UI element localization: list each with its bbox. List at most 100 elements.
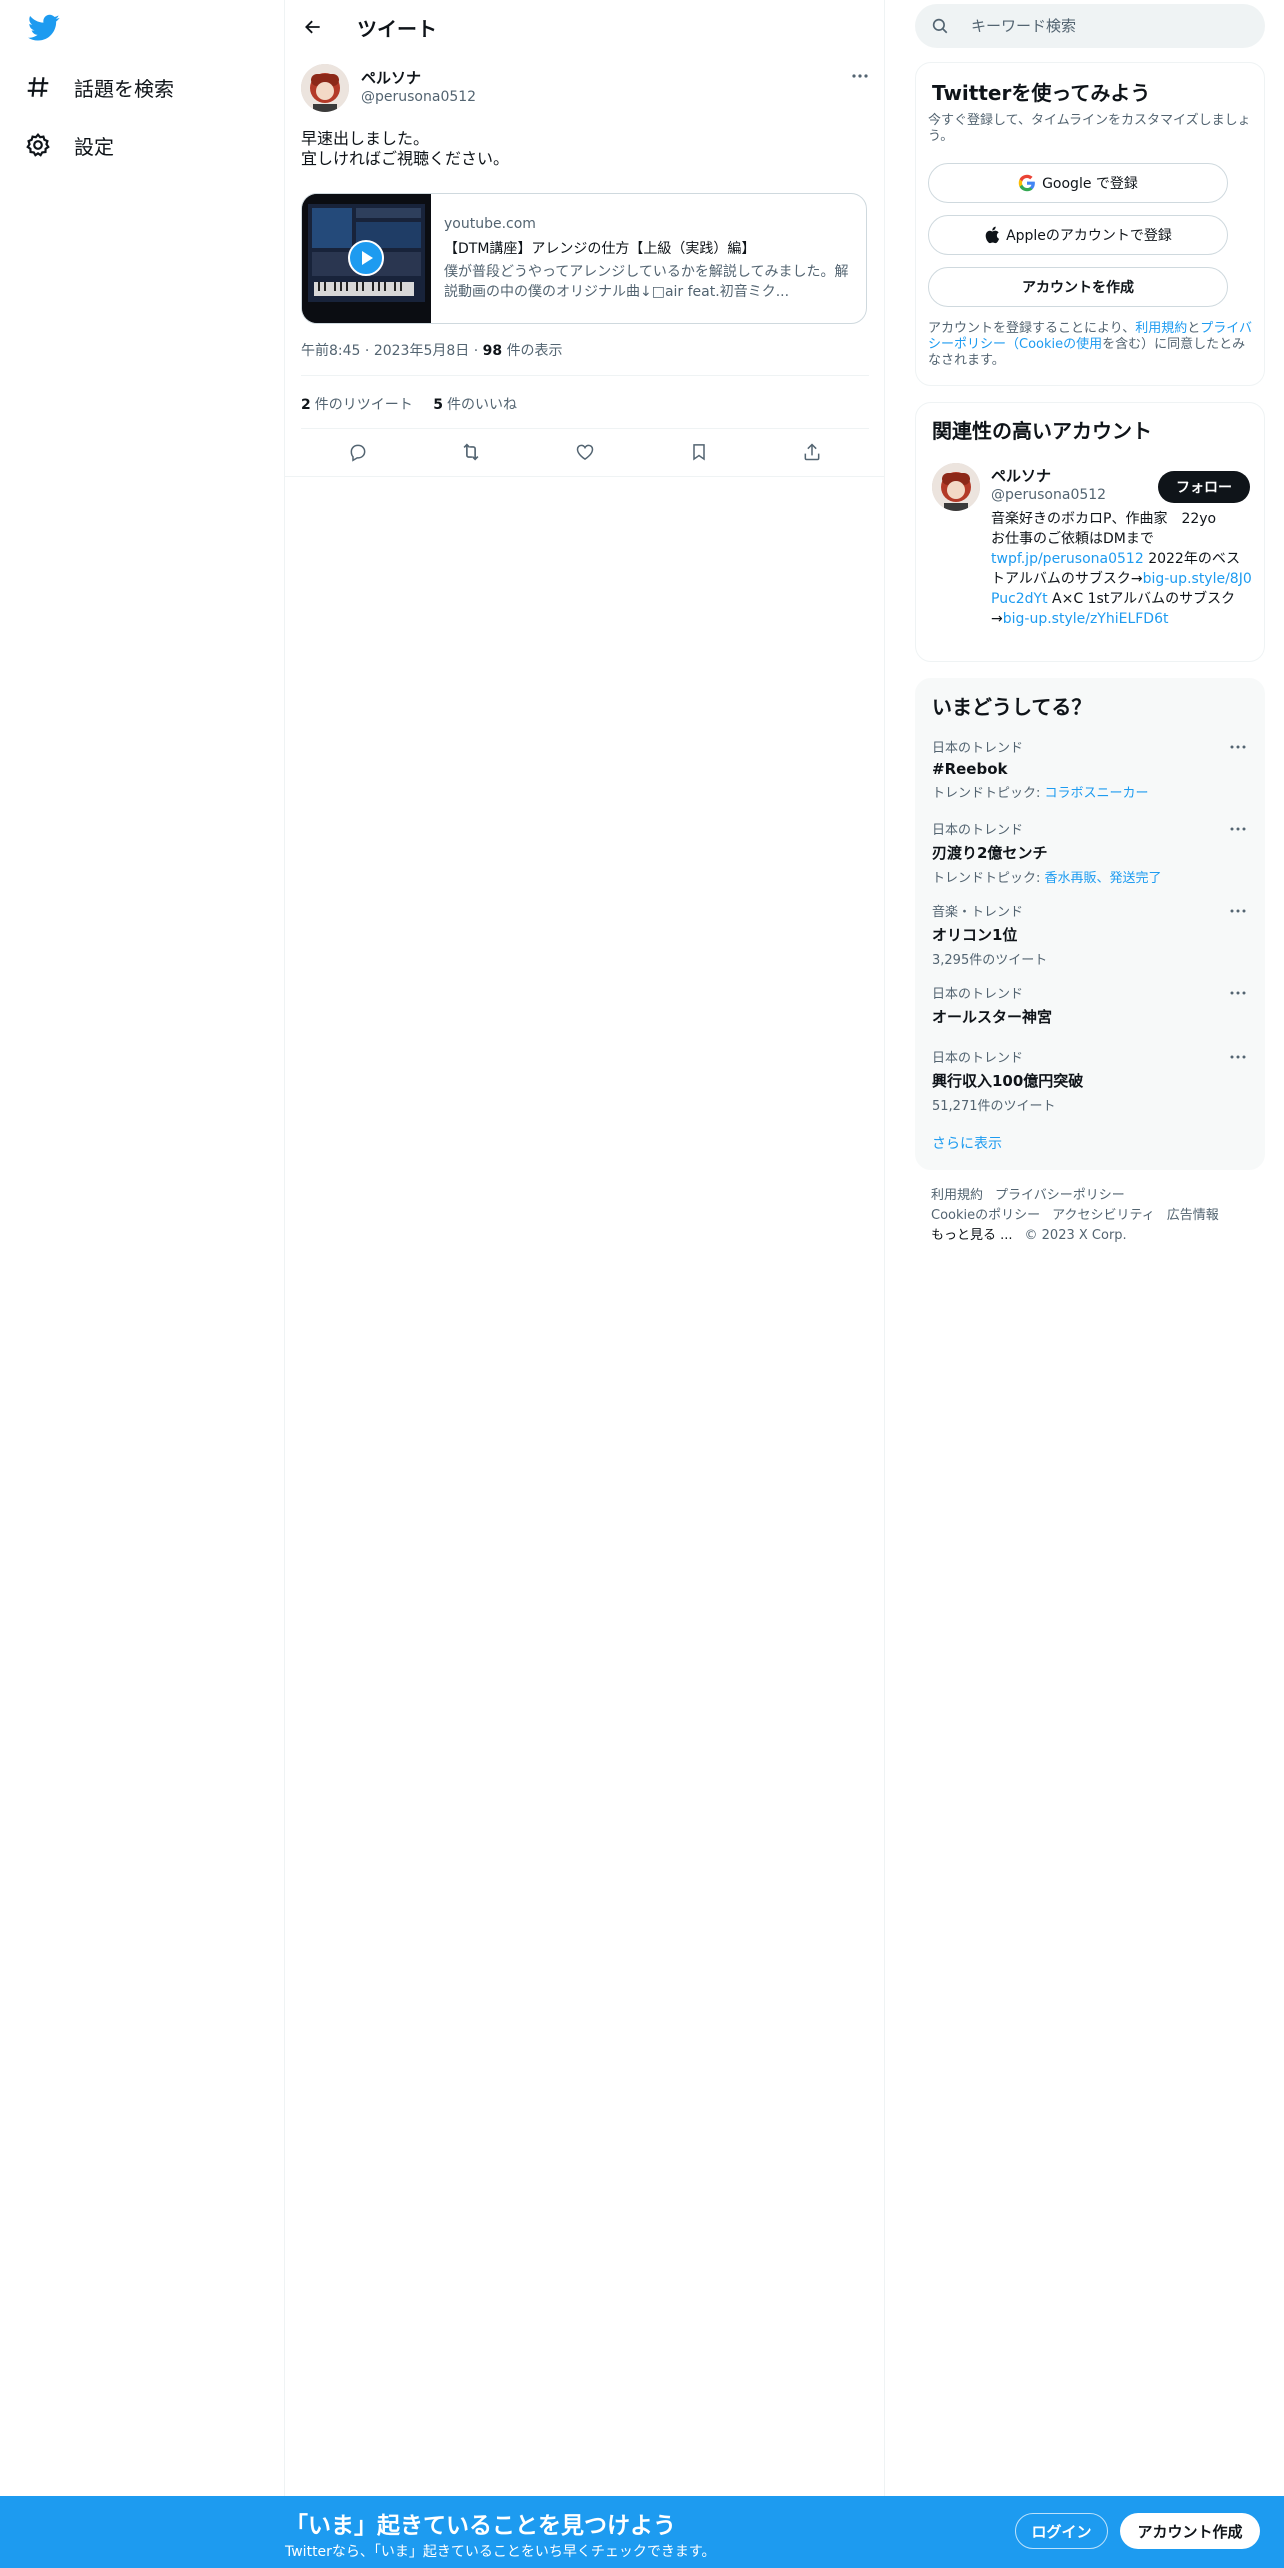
google-signup-button[interactable]: Google で登録	[928, 163, 1228, 203]
footer-link[interactable]: アクセシビリティ	[1052, 1208, 1155, 1223]
signup-panel: Twitterを使ってみよう 今すぐ登録して、タイムラインをカスタマイズしましょ…	[915, 62, 1265, 386]
apple-button-label: Appleのアカウントで登録	[1006, 228, 1172, 244]
divider	[301, 375, 869, 376]
terms-notice: アカウントを登録することにより、利用規約とプライバシーポリシー（Cookieの使…	[928, 321, 1254, 369]
related-name[interactable]: ペルソナ	[991, 465, 1051, 486]
trend-name: 刃渡り2億センチ	[932, 844, 1048, 862]
trend-context: 日本のトレンド	[932, 823, 1024, 838]
bottom-bar-title: 「いま」起きていることを見つけよう	[285, 2513, 676, 2539]
video-thumbnail	[302, 194, 431, 323]
cookie-link[interactable]: （Cookieの使用	[1006, 337, 1102, 352]
nav-item-explore[interactable]: 話題を検索	[22, 62, 174, 112]
trend-context: 日本のトレンド	[932, 987, 1024, 1002]
related-avatar[interactable]	[932, 463, 980, 511]
divider	[301, 428, 869, 429]
trend-name: #Reebok	[932, 760, 1008, 778]
retweets-stat[interactable]: 2 件のリツイート	[301, 397, 413, 413]
trend-topic-link[interactable]: コラボスニーカー	[1045, 786, 1149, 801]
trend-sub: トレンドトピック: 香水再販、発送完了	[932, 867, 1250, 886]
google-button-label: Google で登録	[1042, 176, 1138, 192]
trend-sub: 51,271件のツイート	[932, 1099, 1056, 1114]
trend-context: 日本のトレンド	[932, 1051, 1024, 1066]
tweet-text-line: 早速出しました。	[301, 129, 430, 148]
link-card[interactable]: youtube.com 【DTM講座】アレンジの仕方【上級（実践）編】 僕が普段…	[301, 193, 867, 324]
more-options-icon[interactable]	[1226, 737, 1250, 757]
divider	[285, 476, 885, 477]
create-account-button[interactable]: アカウントを作成	[928, 267, 1228, 307]
footer-link[interactable]: Cookieのポリシー	[931, 1208, 1040, 1223]
trend-item[interactable]: 日本のトレンド 興行収入100億円突破 51,271件のツイート	[932, 1047, 1250, 1114]
trend-name: 興行収入100億円突破	[932, 1072, 1084, 1090]
nav-item-label: 設定	[74, 134, 114, 159]
nav-item-settings[interactable]: 設定	[22, 120, 114, 170]
bookmark-icon[interactable]	[681, 434, 717, 470]
follow-button[interactable]: フォロー	[1158, 471, 1250, 503]
apple-signup-button[interactable]: Appleのアカウントで登録	[928, 215, 1228, 255]
search-box[interactable]	[915, 4, 1265, 48]
main-column: ツイート ペルソナ @perusona0512 早速出しました。 宜しければご視…	[285, 0, 885, 2568]
more-options-icon[interactable]	[845, 66, 875, 86]
likes-stat[interactable]: 5 件のいいね	[433, 397, 517, 413]
trend-item[interactable]: 日本のトレンド 刃渡り2億センチ トレンドトピック: 香水再販、発送完了	[932, 819, 1250, 886]
card-title: 【DTM講座】アレンジの仕方【上級（実践）編】	[444, 241, 756, 257]
tweet-text: 早速出しました。 宜しければご視聴ください。	[301, 129, 509, 169]
bio-link[interactable]: twpf.jp/perusona0512	[991, 551, 1144, 567]
footer-link[interactable]: 広告情報	[1167, 1208, 1219, 1223]
signup-subtitle: 今すぐ登録して、タイムラインをカスタマイズしましょう。	[928, 113, 1251, 144]
card-domain: youtube.com	[444, 216, 536, 232]
related-accounts-panel: 関連性の高いアカウント ペルソナ @perusona0512 フォロー 音楽好き…	[915, 402, 1265, 662]
terms-link[interactable]: 利用規約	[1135, 321, 1187, 336]
more-options-icon[interactable]	[1226, 901, 1250, 921]
login-button[interactable]: ログイン	[1015, 2513, 1108, 2549]
search-icon	[931, 17, 949, 39]
signup-button[interactable]: アカウント作成	[1120, 2513, 1260, 2549]
trend-item[interactable]: 日本のトレンド オールスター神宮	[932, 983, 1250, 1027]
trend-item[interactable]: 音楽・トレンド オリコン1位 3,295件のツイート	[932, 901, 1250, 968]
author-avatar[interactable]	[301, 64, 349, 112]
footer-more-link[interactable]: もっと見る ...	[931, 1228, 1013, 1243]
left-nav: 話題を検索 設定	[0, 0, 285, 2568]
trend-topic-link[interactable]: 香水再販、発送完了	[1045, 871, 1162, 886]
tweet-actions	[301, 430, 869, 474]
gear-icon	[22, 129, 54, 161]
footer-links: 利用規約 プライバシーポリシー Cookieのポリシー アクセシビリティ 広告情報 も…	[931, 1186, 1231, 1246]
bio-link[interactable]: big-up.style/zYhiELFD6t	[1003, 611, 1169, 627]
tweet-time[interactable]: 午前8:45	[301, 343, 360, 359]
trend-sub-text: トレンドトピック:	[932, 871, 1045, 886]
tweet-stats: 2 件のリツイート 5 件のいいね	[301, 394, 533, 414]
twitter-bird-icon[interactable]	[28, 14, 60, 42]
more-options-icon[interactable]	[1226, 1047, 1250, 1067]
views-count: 98	[482, 343, 503, 359]
trends-title: いまどうしてる？	[932, 695, 1092, 719]
signup-title: Twitterを使ってみよう	[932, 81, 1151, 105]
trend-name: オリコン1位	[932, 926, 1018, 944]
footer-link[interactable]: 利用規約	[931, 1188, 983, 1203]
like-icon[interactable]	[567, 434, 603, 470]
search-input[interactable]	[971, 4, 1251, 48]
more-options-icon[interactable]	[1226, 983, 1250, 1003]
more-options-icon[interactable]	[1226, 819, 1250, 839]
bio-line: 音楽好きのボカロP、作曲家 22yo	[991, 511, 1217, 527]
related-handle[interactable]: @perusona0512	[991, 487, 1106, 503]
related-bio: 音楽好きのボカロP、作曲家 22yo お仕事のご依頼はDMまで twpf.jp/pe…	[991, 509, 1253, 629]
terms-text: と	[1187, 321, 1201, 336]
likes-count: 5	[433, 397, 443, 413]
trend-context: 日本のトレンド	[932, 741, 1024, 756]
copyright: © 2023 X Corp.	[1024, 1228, 1127, 1243]
share-icon[interactable]	[794, 434, 830, 470]
create-account-label: アカウントを作成	[1022, 280, 1134, 296]
retweet-icon[interactable]	[453, 434, 489, 470]
reply-icon[interactable]	[340, 434, 376, 470]
author-name[interactable]: ペルソナ	[361, 67, 421, 88]
back-arrow-icon[interactable]	[295, 9, 331, 45]
bottom-signup-bar: 「いま」起きていることを見つけよう Twitterなら、「いま」起きていることを…	[0, 2496, 1284, 2568]
retweets-label: 件のリツイート	[314, 397, 413, 413]
page-header: ツイート	[285, 0, 885, 54]
related-title: 関連性の高いアカウント	[932, 419, 1152, 443]
trend-item[interactable]: 日本のトレンド #Reebok トレンドトピック: コラボスニーカー	[932, 737, 1250, 801]
footer-link[interactable]: プライバシーポリシー	[995, 1188, 1125, 1203]
show-more-link[interactable]: さらに表示	[932, 1133, 1002, 1153]
tweet-date[interactable]: 2023年5月8日	[374, 343, 469, 359]
likes-label: 件のいいね	[446, 397, 517, 413]
author-handle[interactable]: @perusona0512	[361, 89, 476, 105]
